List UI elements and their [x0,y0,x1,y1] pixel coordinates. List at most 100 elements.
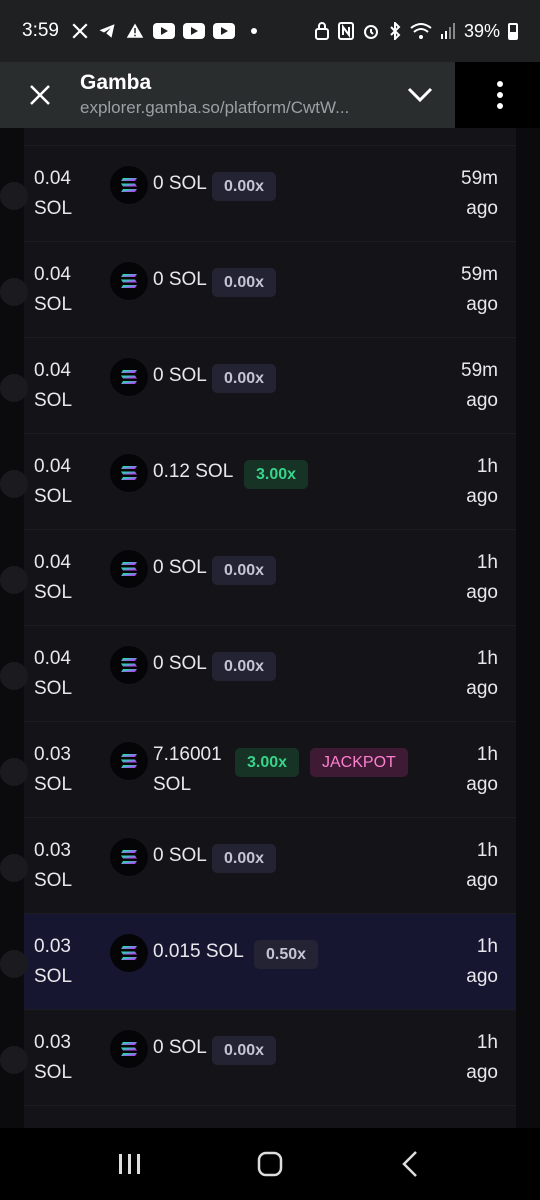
battery-icon [508,22,518,40]
time-value: 59m [461,168,498,189]
row-edge [0,854,28,882]
wager-value: 0.03 [34,744,71,765]
more-options-button[interactable] [470,62,530,128]
wager-value: 0.04 [34,456,71,477]
wager-amount: 0.04 SOL [34,452,72,512]
wager-amount: 0.04 SOL [34,548,72,608]
table-row[interactable]: 0.04 SOL 0 SOL 0.00x 59m ago [0,242,516,338]
lock-icon [314,22,330,40]
payout-amount: 0.12 SOL [153,461,234,482]
wager-value: 0.03 [34,840,71,861]
time-suffix: ago [466,582,498,603]
table-row[interactable]: 0.04 SOL 0 SOL 0.00x 59m ago [0,146,516,242]
wager-value: 0.03 [34,1032,71,1053]
time-value: 1h [476,1032,498,1053]
play-time: 1h ago [466,932,498,992]
row-edge [0,470,28,498]
time-value: 1h [476,936,498,957]
wager-unit: SOL [34,198,73,219]
table-row[interactable]: 0.04 SOL 0.12 SOL 3.00x 1h ago [0,434,516,530]
play-time: 1h ago [466,452,498,512]
warning-icon [125,22,145,40]
chevron-down-icon [407,87,433,103]
wager-unit: SOL [34,294,73,315]
solana-icon [110,742,148,780]
wager-unit: SOL [34,582,73,603]
wager-unit: SOL [34,678,73,699]
row-edge [0,374,28,402]
multiplier-badge: 0.50x [254,940,319,969]
play-time: 59m ago [461,356,498,416]
multiplier-badge: 3.00x [244,460,309,489]
solana-icon [110,838,148,876]
time-suffix: ago [466,966,498,987]
wager-amount: 0.04 SOL [34,356,72,416]
table-row[interactable]: 0.04 SOL 0 SOL 0.00x 1h ago [0,530,516,626]
payout-amount: 0 SOL [153,269,207,290]
wager-amount: 0.04 SOL [34,260,72,320]
youtube-icon [182,23,205,39]
time-value: 1h [476,744,498,765]
payout-amount: 0 SOL [153,1037,207,1058]
row-edge [0,1046,28,1074]
multiplier-badge: 0.00x [212,556,277,585]
table-row[interactable]: 0.04 SOL 0 SOL 0.00x 1h ago [0,626,516,722]
row-edge [0,758,28,786]
time-value: 1h [476,840,498,861]
time-suffix: ago [466,774,498,795]
close-button[interactable] [0,62,80,128]
table-row[interactable]: 0.03 SOL 0 SOL 0.00x 1h ago [0,818,516,914]
table-row[interactable]: 0.03 SOL 0 SOL 0.00x 1h ago [0,1010,516,1106]
back-button[interactable] [380,1134,440,1194]
expand-button[interactable] [385,62,455,128]
row-edge [0,950,28,978]
play-time: 1h ago [466,836,498,896]
wager-value: 0.04 [34,552,71,573]
tab-title-area[interactable]: Gamba explorer.gamba.so/platform/CwtW... [80,70,385,120]
wager-value: 0.03 [34,936,71,957]
time-suffix: ago [466,198,498,219]
page-content: 0.04 SOL 0 SOL 0.00x 59m ago 0.04 SOL 0 … [0,128,540,1128]
time-value: 59m [461,264,498,285]
home-button[interactable] [240,1134,300,1194]
row-edge [0,182,28,210]
wager-unit: SOL [34,1062,73,1083]
table-row[interactable]: 0.03 SOL 7.16001 SOL 3.00x 1h ago JACKPOT [0,722,516,818]
multiplier-badge: 0.00x [212,268,277,297]
wager-amount: 0.03 SOL [34,932,72,992]
status-bar: 3:59 39% [0,0,540,62]
wifi-icon [410,22,432,40]
solana-icon [110,934,148,972]
payout-value: 7.16001 [153,744,222,765]
time-suffix: ago [466,870,498,891]
page-title: Gamba [80,71,152,94]
table-row[interactable]: 0.03 SOL 0.015 SOL 0.50x 1h ago [0,914,516,1010]
wager-value: 0.04 [34,648,71,669]
youtube-icon [152,23,175,39]
multiplier-badge: 0.00x [212,1036,277,1065]
wager-value: 0.04 [34,360,71,381]
table-row-partial [24,128,516,146]
multiplier-badge: 0.00x [212,844,277,873]
payout-amount: 0 SOL [153,365,207,386]
multiplier-badge: 0.00x [212,172,277,201]
menu-dot [497,92,503,98]
time-suffix: ago [466,390,498,411]
status-time: 3:59 [22,20,59,41]
wager-unit: SOL [34,870,73,891]
jackpot-badge: JACKPOT [310,748,408,777]
x-icon [71,22,89,40]
menu-dot [497,103,503,109]
solana-icon [110,550,148,588]
play-time: 1h ago [466,740,498,800]
more-notifications-dot [250,28,257,34]
recents-button[interactable] [100,1134,160,1194]
close-icon [30,85,50,105]
table-row[interactable]: 0.04 SOL 0 SOL 0.00x 59m ago [0,338,516,434]
wager-unit: SOL [34,774,73,795]
solana-icon [110,262,148,300]
solana-icon [110,358,148,396]
battery-percent: 39% [463,20,500,41]
play-time: 1h ago [466,1028,498,1088]
page-url: explorer.gamba.so/platform/CwtW... [80,98,350,117]
